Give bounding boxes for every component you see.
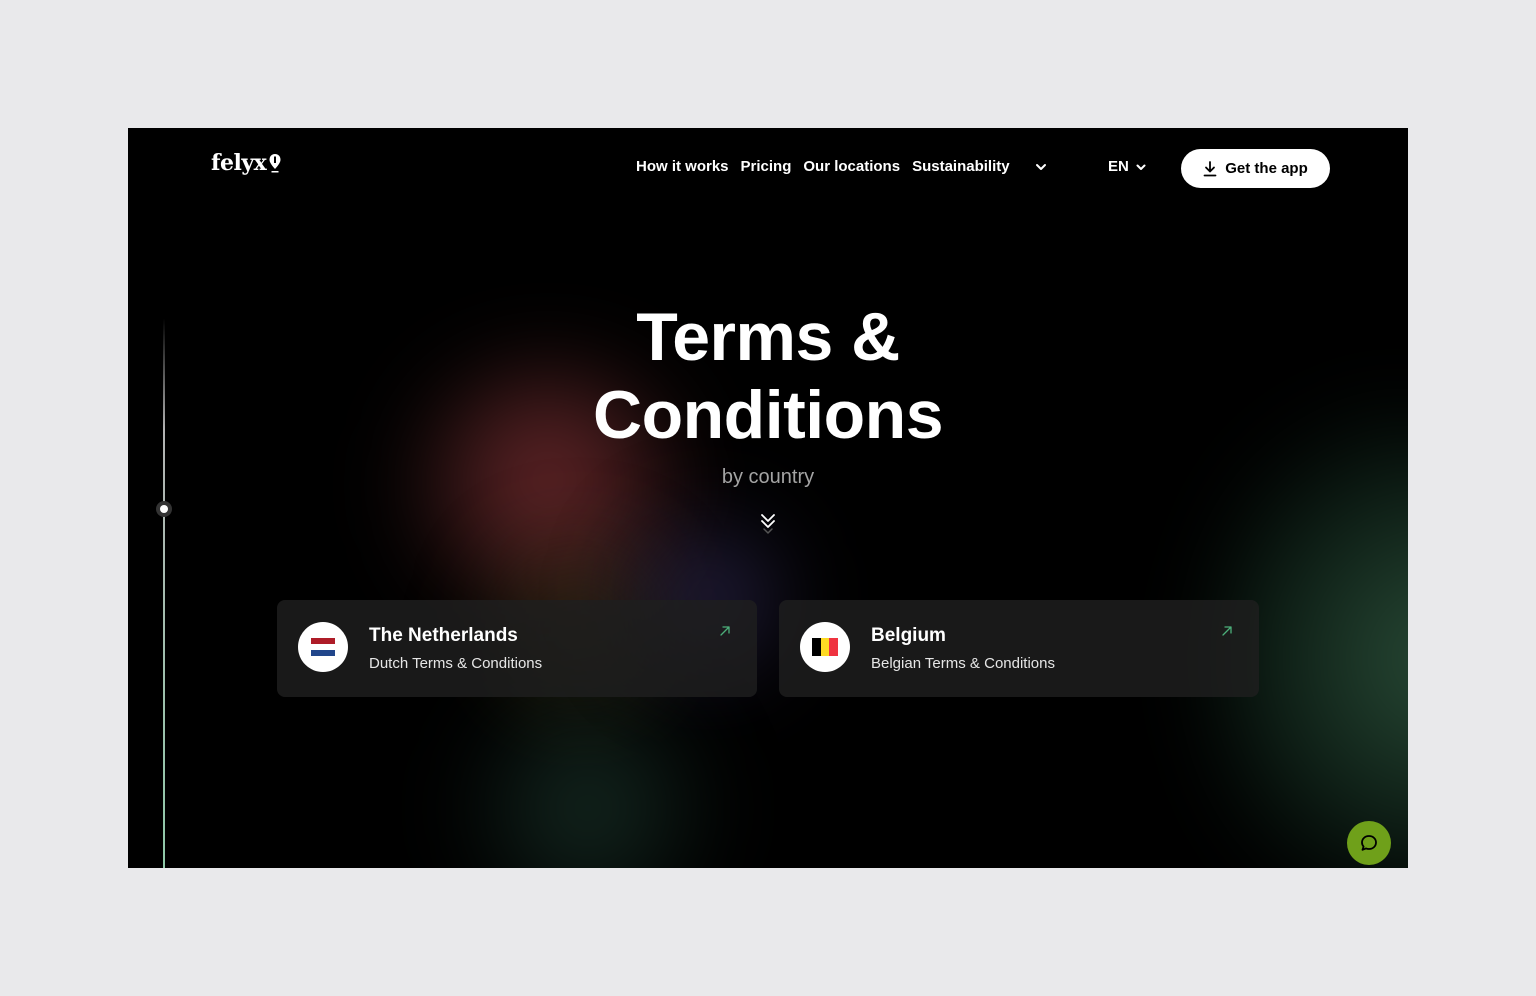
page-title-line-1: Terms & bbox=[636, 299, 900, 375]
nav-link-sustainability[interactable]: Sustainability bbox=[912, 158, 1010, 175]
language-label: EN bbox=[1108, 158, 1129, 175]
language-selector[interactable]: EN bbox=[1108, 158, 1147, 175]
double-chevron-down-icon[interactable] bbox=[759, 511, 777, 537]
location-pin-icon bbox=[269, 154, 281, 173]
nav-link-our-locations[interactable]: Our locations bbox=[803, 158, 900, 175]
get-the-app-button[interactable]: Get the app bbox=[1181, 149, 1330, 188]
chat-bubble-icon bbox=[1361, 835, 1377, 851]
download-icon bbox=[1203, 160, 1217, 176]
chevron-down-icon[interactable] bbox=[1034, 160, 1048, 174]
flag-badge bbox=[800, 622, 850, 672]
chevron-down-icon bbox=[1136, 164, 1146, 170]
country-name: The Netherlands bbox=[369, 625, 518, 646]
country-description: Belgian Terms & Conditions bbox=[871, 655, 1055, 672]
country-card-netherlands[interactable]: The Netherlands Dutch Terms & Conditions bbox=[277, 600, 757, 697]
arrow-up-right-icon bbox=[1222, 626, 1232, 636]
nav-link-pricing[interactable]: Pricing bbox=[741, 158, 792, 175]
chat-button[interactable] bbox=[1347, 821, 1391, 865]
page-title-line-2: Conditions bbox=[592, 377, 944, 453]
main-nav: How it works Pricing Our locations Susta… bbox=[636, 158, 1010, 175]
belgium-flag-icon bbox=[812, 638, 839, 656]
flag-badge bbox=[298, 622, 348, 672]
country-card-belgium[interactable]: Belgium Belgian Terms & Conditions bbox=[779, 600, 1259, 697]
arrow-up-right-icon bbox=[720, 626, 730, 636]
browser-frame: felyx How it works Pricing Our locations… bbox=[0, 0, 1536, 996]
country-description: Dutch Terms & Conditions bbox=[369, 655, 543, 672]
get-the-app-label: Get the app bbox=[1225, 160, 1308, 177]
nav-link-how-it-works[interactable]: How it works bbox=[636, 158, 729, 175]
country-name: Belgium bbox=[871, 625, 946, 646]
scroll-progress-dot bbox=[156, 501, 172, 517]
logo-text: felyx bbox=[211, 150, 267, 176]
felyx-logo[interactable]: felyx bbox=[211, 150, 282, 176]
page-viewport: felyx How it works Pricing Our locations… bbox=[128, 128, 1408, 868]
page-title: Terms & Conditions bbox=[128, 298, 1408, 454]
background-glow-green-bottom bbox=[428, 688, 748, 868]
netherlands-flag-icon bbox=[311, 638, 335, 656]
page-subtitle: by country bbox=[721, 466, 815, 488]
